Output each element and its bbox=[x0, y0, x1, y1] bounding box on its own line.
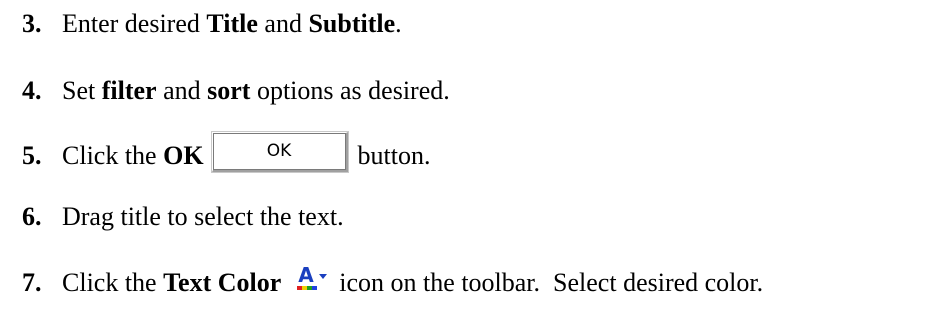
step-6: 6. Drag title to select the text. bbox=[22, 199, 344, 235]
step-bold-sort: sort bbox=[207, 76, 251, 105]
step-number: 7. bbox=[22, 268, 42, 297]
text-color-icon[interactable]: A bbox=[297, 264, 329, 294]
step-text: and bbox=[257, 9, 309, 38]
color-bar bbox=[297, 286, 318, 290]
step-5: 5. Click the OK OK button. bbox=[22, 132, 431, 174]
step-text: Set bbox=[62, 76, 102, 105]
step-4: 4. Set filter and sort options as desire… bbox=[22, 73, 450, 109]
step-bold-title: Title bbox=[206, 9, 258, 38]
step-number: 5. bbox=[22, 141, 42, 170]
step-number: 6. bbox=[22, 202, 42, 231]
step-text: and bbox=[156, 76, 208, 105]
step-text: Drag title to select the text. bbox=[62, 202, 344, 231]
ok-button[interactable]: OK bbox=[211, 132, 348, 172]
step-bold-filter: filter bbox=[101, 76, 157, 105]
step-text: Enter desired bbox=[62, 9, 207, 38]
step-number: 4. bbox=[22, 76, 42, 105]
step-text: options as desired. bbox=[250, 76, 450, 105]
step-number: 3. bbox=[22, 9, 42, 38]
step-bold-ok: OK bbox=[163, 141, 204, 170]
chevron-down-icon bbox=[319, 274, 328, 279]
step-text: icon on the toolbar. Select desired colo… bbox=[339, 268, 764, 297]
step-bold-subtitle: Subtitle bbox=[308, 9, 396, 38]
step-3: 3. Enter desired Title and Subtitle . bbox=[22, 6, 402, 42]
step-text: . bbox=[395, 9, 402, 38]
step-text: Click the bbox=[62, 268, 164, 297]
ok-button-label: OK bbox=[212, 133, 346, 170]
step-text: button. bbox=[357, 141, 431, 170]
step-text: Click the bbox=[62, 141, 164, 170]
step-7: 7. Click the Text Color A icon on the to… bbox=[22, 264, 764, 301]
step-bold-text-color: Text Color bbox=[163, 268, 282, 297]
